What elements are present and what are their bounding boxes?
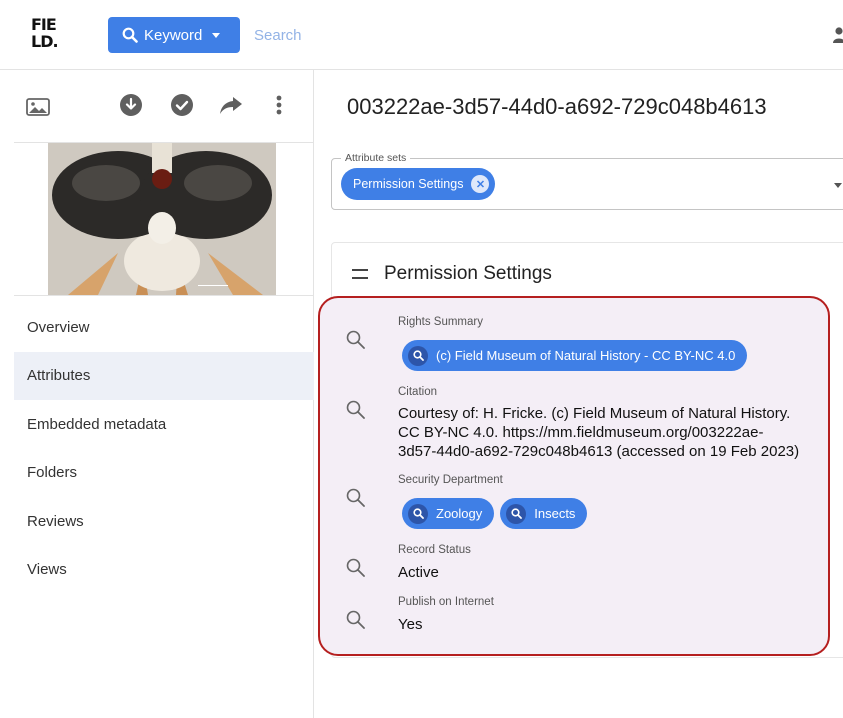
publish-on-internet-field: Publish on Internet Yes — [320, 596, 800, 640]
rights-tag[interactable]: (c) Field Museum of Natural History - CC… — [402, 340, 748, 371]
more-vertical-icon[interactable] — [270, 94, 288, 116]
panel-header: Permission Settings — [352, 261, 552, 287]
user-icon[interactable] — [833, 26, 843, 44]
search-icon[interactable] — [346, 400, 365, 419]
rights-summary-label: Rights Summary — [398, 316, 483, 328]
panel-title: Permission Settings — [384, 263, 552, 284]
security-department-field: Security Department Zoology Insects — [320, 474, 800, 536]
sidebar-item-folders[interactable]: Folders — [14, 449, 314, 498]
citation-label: Citation — [398, 386, 437, 398]
drag-handle-icon[interactable] — [352, 269, 368, 279]
attribute-set-chip-label: Permission Settings — [353, 177, 464, 191]
search-icon[interactable] — [346, 488, 365, 507]
security-department-label: Security Department — [398, 474, 503, 486]
department-tag-label: Insects — [534, 506, 576, 521]
remove-chip-icon[interactable]: ✕ — [471, 175, 490, 193]
sidebar-item-attributes[interactable]: Attributes — [14, 351, 314, 400]
search-icon[interactable] — [346, 558, 365, 577]
keyword-label: Keyword — [144, 26, 203, 44]
rights-summary-tags: (c) Field Museum of Natural History - CC… — [402, 340, 753, 371]
image-icon[interactable] — [26, 98, 50, 116]
publish-on-internet-label: Publish on Internet — [398, 596, 494, 608]
sidebar-item-views[interactable]: Views — [14, 546, 314, 595]
sidebar-item-overview[interactable]: Overview — [14, 303, 314, 352]
sidebar-item-embedded-metadata[interactable]: Embedded metadata — [14, 400, 314, 449]
download-icon[interactable] — [120, 94, 142, 116]
citation-line: CC BY-NC 4.0. https://mm.fieldmuseum.org… — [398, 424, 764, 441]
asset-thumbnail[interactable] — [48, 143, 276, 295]
rights-tag-label: (c) Field Museum of Natural History - CC… — [436, 348, 736, 363]
sidebar-nav: Overview Attributes Embedded metadata Fo… — [14, 303, 314, 594]
attribute-sets-select[interactable]: Attribute sets Permission Settings ✕ — [331, 152, 843, 210]
caret-down-icon — [212, 32, 221, 38]
page-title: 003222ae-3d57-44d0-a692-729c048b4613 — [347, 94, 767, 119]
security-department-tags: Zoology Insects — [402, 498, 593, 529]
keyword-search-type-button[interactable]: Keyword — [108, 17, 240, 53]
search-icon — [122, 27, 138, 43]
logo-line-2: LD. — [31, 32, 59, 51]
department-tag[interactable]: Zoology — [402, 498, 495, 529]
field-museum-logo[interactable]: FIE LD. — [31, 16, 65, 54]
citation-field: Citation Courtesy of: H. Fricke. (c) Fie… — [320, 386, 800, 466]
department-tag-label: Zoology — [436, 506, 483, 521]
approve-check-icon[interactable] — [171, 94, 193, 116]
search-icon — [506, 503, 527, 524]
search-icon[interactable] — [346, 330, 365, 349]
record-status-label: Record Status — [398, 544, 471, 556]
publish-on-internet-value: Yes — [398, 616, 423, 633]
share-icon[interactable] — [219, 94, 243, 116]
search-input[interactable] — [254, 24, 474, 46]
sidebar: Overview Attributes Embedded metadata Fo… — [14, 70, 314, 718]
citation-value: Courtesy of: H. Fricke. (c) Field Museum… — [398, 404, 818, 461]
search-icon — [408, 503, 428, 524]
asset-toolbar — [14, 70, 313, 142]
record-status-field: Record Status Active — [320, 544, 800, 588]
attribute-set-chip[interactable]: Permission Settings ✕ — [341, 168, 496, 200]
rights-summary-field: Rights Summary (c) Field Museum of Natur… — [320, 316, 800, 376]
record-status-value: Active — [398, 564, 439, 581]
attribute-sets-legend: Attribute sets — [341, 152, 411, 164]
thumbnail-container — [14, 142, 314, 296]
highlighted-fields-region: Rights Summary (c) Field Museum of Natur… — [318, 296, 830, 656]
search-icon[interactable] — [346, 610, 365, 629]
citation-line: 3d57-44d0-a692-729c048b4613 (accessed on… — [398, 443, 800, 460]
sidebar-item-reviews[interactable]: Reviews — [14, 497, 314, 546]
top-bar: FIE LD. Keyword — [0, 0, 843, 70]
dropdown-arrow-icon[interactable] — [834, 183, 842, 188]
search-icon — [408, 345, 428, 366]
logo-line-1: FIE — [31, 15, 57, 34]
department-tag[interactable]: Insects — [500, 498, 588, 529]
main-content: 003222ae-3d57-44d0-a692-729c048b4613 Att… — [318, 70, 843, 718]
insect-head-image — [48, 143, 276, 295]
citation-line: Courtesy of: H. Fricke. (c) Field Museum… — [398, 405, 791, 422]
